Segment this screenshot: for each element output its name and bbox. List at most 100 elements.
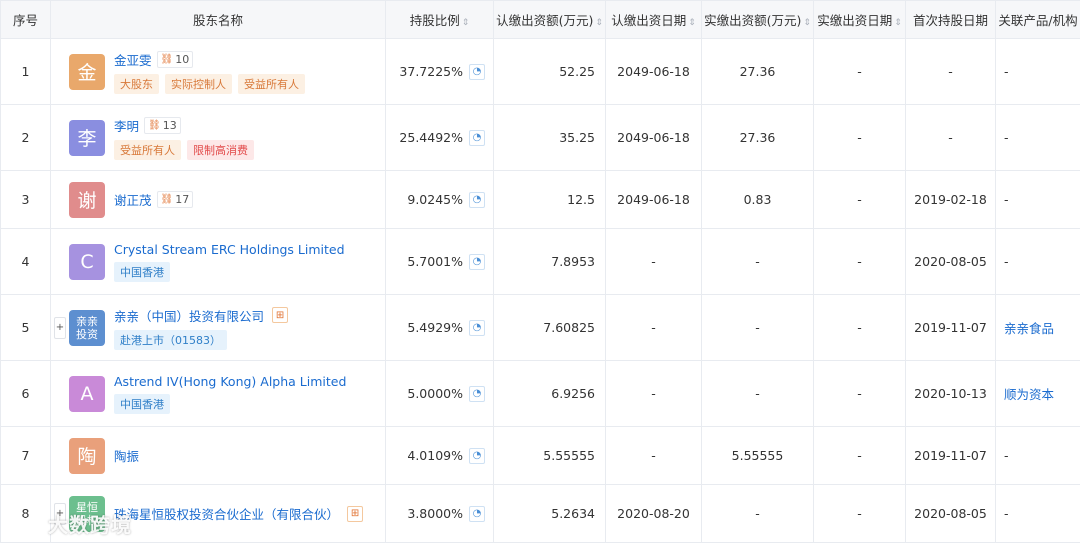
paid-date-cell: - [813, 484, 906, 543]
expand-toggle[interactable]: + [54, 316, 66, 339]
relation-badge[interactable]: ⛓ 17 [156, 191, 194, 208]
ratio-chart-icon[interactable]: ◔ [469, 63, 485, 80]
paid-date-cell: - [813, 426, 906, 485]
sub-date-cell: 2049-06-18 [605, 104, 702, 171]
equity-tree-icon[interactable]: ⊞ [347, 505, 364, 522]
paid-amount-cell: - [701, 228, 814, 295]
ratio-cell: 3.8000% ◔ [385, 484, 494, 543]
first-date-cell: 2019-11-07 [905, 426, 996, 485]
header-sub-date[interactable]: 认缴出资日期 ⇕ [605, 0, 702, 39]
related-cell: - [995, 104, 1080, 171]
watermark-text: 大数跨境 [48, 513, 132, 537]
shareholder-name-link[interactable]: Crystal Stream ERC Holdings Limited [114, 242, 345, 257]
shareholder-name-link[interactable]: 亲亲（中国）投资有限公司 [114, 306, 264, 325]
tag: 受益所有人 [238, 73, 305, 94]
sub-date-cell: - [605, 228, 702, 295]
related-cell[interactable]: 顺为资本 [995, 360, 1080, 427]
sub-amount-cell: 52.25 [493, 38, 606, 105]
related-cell: - [995, 170, 1080, 229]
paid-date-cell: - [813, 294, 906, 361]
sub-amount-cell: 12.5 [493, 170, 606, 229]
table-header-row: 序号 股东名称 持股比例 ⇕ 认缴出资额(万元) ⇕ 认缴出资日期 ⇕ 实缴出资额(万… [0, 0, 1080, 39]
relation-badge[interactable]: ⛓ 13 [144, 116, 181, 134]
header-name: 股东名称 [50, 0, 386, 39]
table-row: 6 A Astrend IV(Hong Kong) Alpha Limited 中国香… [0, 360, 1080, 427]
ratio-chart-icon[interactable]: ◔ [469, 385, 485, 402]
row-index: 2 [0, 104, 51, 171]
paid-amount-cell: - [701, 360, 814, 427]
table-row: 7 陶陶振 4.0109% ◔ 5.55555-5.55555-2019-11-07- [0, 426, 1080, 485]
sub-date-cell: - [605, 426, 702, 485]
sub-amount-cell: 7.8953 [493, 228, 606, 295]
shareholder-name-link[interactable]: 金亚雯 [114, 50, 152, 69]
sort-icon: ⇕ [461, 18, 470, 28]
row-index: 5 [0, 294, 51, 361]
ratio-chart-icon[interactable]: ◔ [469, 505, 485, 522]
shareholder-name-link[interactable]: 谢正茂 [114, 190, 152, 209]
first-date-cell: 2019-11-07 [905, 294, 996, 361]
sub-amount-cell: 5.55555 [493, 426, 606, 485]
first-date-cell: 2020-10-13 [905, 360, 996, 427]
tag-list: 大股东 实际控制人 受益所有人 [114, 73, 311, 94]
table-row: 2 李李明 ⛓ 13 受益所有人 限制高消费 25.4492% ◔ 35.25 2049-06-1… [0, 104, 1080, 171]
tag: 大股东 [114, 73, 159, 94]
ratio-cell: 5.7001% ◔ [385, 228, 494, 295]
relation-icon: ⛓ [160, 53, 174, 65]
first-date-cell: - [905, 104, 996, 171]
paid-amount-cell: - [701, 484, 814, 543]
relation-badge[interactable]: ⛓ 10 [156, 50, 194, 68]
related-cell: - [995, 38, 1080, 105]
header-first-date: 首次持股日期 [905, 0, 996, 39]
shareholder-name-link[interactable]: 珠海星恒股权投资合伙企业（有限合伙） [114, 504, 339, 523]
tag-list: 中国香港 [114, 393, 346, 414]
related-cell[interactable]: 亲亲食品 [995, 294, 1080, 361]
header-related: 关联产品/机构 [995, 0, 1080, 39]
paid-date-cell: - [813, 228, 906, 295]
sub-date-cell: - [605, 294, 702, 361]
ratio-chart-icon[interactable]: ◔ [469, 129, 485, 146]
ratio-chart-icon[interactable]: ◔ [469, 319, 485, 336]
first-date-cell: 2020-08-05 [905, 228, 996, 295]
shareholder-name-link[interactable]: Astrend IV(Hong Kong) Alpha Limited [114, 374, 346, 389]
sub-amount-cell: 35.25 [493, 104, 606, 171]
ratio-chart-icon[interactable]: ◔ [469, 447, 485, 464]
avatar: 陶 [69, 437, 105, 474]
table-row: 1 金金亚雯 ⛓ 10 大股东 实际控制人 受益所有人 37.7225% ◔ 52.25 2049-… [0, 38, 1080, 105]
first-date-cell: - [905, 38, 996, 105]
related-cell: - [995, 484, 1080, 543]
shareholder-cell: 谢谢正茂 ⛓ 17 [50, 170, 386, 229]
sub-amount-cell: 7.60825 [493, 294, 606, 361]
table-row: 8 + 星恒股权 珠海星恒股权投资合伙企业（有限合伙） ⊞ 3.8000% ◔ 5.2634 2… [0, 484, 1080, 543]
ratio-chart-icon[interactable]: ◔ [469, 191, 485, 208]
header-paid-date[interactable]: 实缴出资日期 ⇕ [813, 0, 906, 39]
first-date-cell: 2020-08-05 [905, 484, 996, 543]
related-cell: - [995, 228, 1080, 295]
header-sub-amount[interactable]: 认缴出资额(万元) ⇕ [493, 0, 606, 39]
header-ratio[interactable]: 持股比例 ⇕ [385, 0, 494, 39]
header-paid-amount[interactable]: 实缴出资额(万元) ⇕ [701, 0, 814, 39]
paid-date-cell: - [813, 104, 906, 171]
shareholder-name-link[interactable]: 陶振 [114, 446, 139, 465]
tag: 赴港上市（01583） [114, 329, 227, 350]
ratio-cell: 9.0245% ◔ [385, 170, 494, 229]
sub-date-cell: 2049-06-18 [605, 38, 702, 105]
equity-tree-icon[interactable]: ⊞ [272, 307, 289, 323]
shareholder-cell: 金金亚雯 ⛓ 10 大股东 实际控制人 受益所有人 [50, 38, 386, 105]
sub-amount-cell: 5.2634 [493, 484, 606, 543]
tag: 受益所有人 [114, 139, 181, 160]
avatar: A [69, 375, 105, 412]
ratio-cell: 5.0000% ◔ [385, 360, 494, 427]
shareholder-cell: 陶陶振 [50, 426, 386, 485]
ratio-cell: 37.7225% ◔ [385, 38, 494, 105]
ratio-chart-icon[interactable]: ◔ [469, 253, 485, 270]
shareholder-cell: C Crystal Stream ERC Holdings Limited 中国香港 [50, 228, 386, 295]
paid-amount-cell: 27.36 [701, 38, 814, 105]
relation-icon: ⛓ [160, 194, 174, 205]
sort-icon: ⇕ [894, 18, 902, 28]
tag-list: 受益所有人 限制高消费 [114, 139, 260, 160]
shareholder-name-link[interactable]: 李明 [114, 116, 139, 135]
row-index: 3 [0, 170, 51, 229]
watermark: 大数跨境 [10, 509, 132, 538]
tag-list: 赴港上市（01583） [114, 329, 288, 350]
avatar: 李 [69, 119, 105, 156]
